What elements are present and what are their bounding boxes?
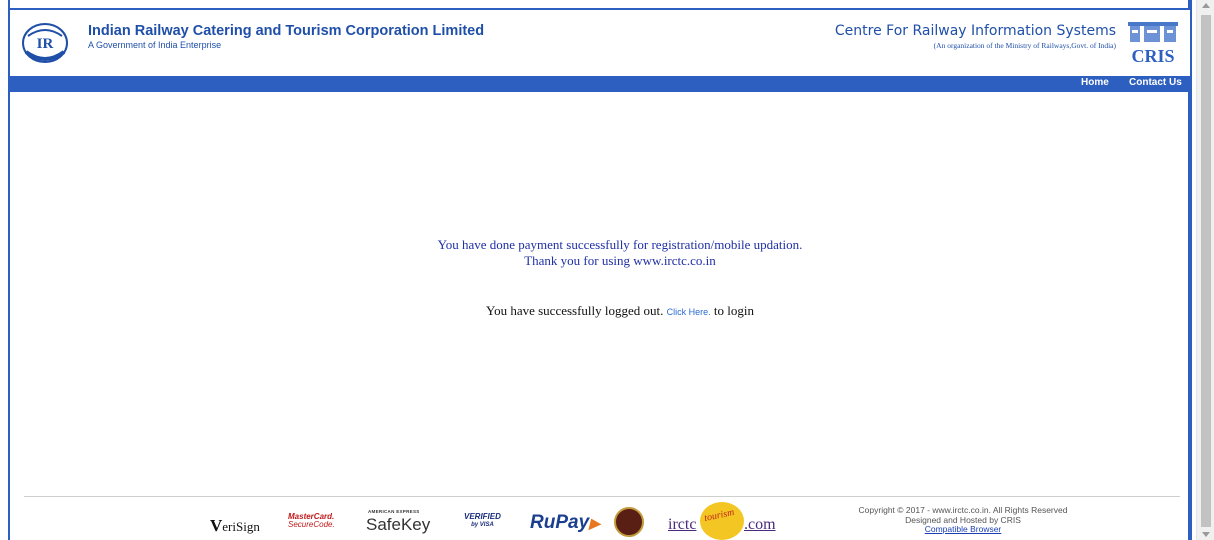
page: IR Indian Railway Catering and Tourism C…: [0, 0, 1214, 540]
rupay-text: RuPay: [530, 512, 590, 533]
rupay-badge: RuPay▶: [530, 512, 600, 534]
copyright-block: Copyright © 2017 - www.irctc.co.in. All …: [838, 505, 1088, 535]
cris-title: Centre For Railway Information Systems: [834, 23, 1116, 39]
org-title: Indian Railway Catering and Tourism Corp…: [88, 23, 485, 39]
verified-line1: VERIFIED: [464, 512, 501, 521]
irctc-tourism-link-suffix[interactable]: .com: [744, 516, 776, 534]
cris-logo-icon[interactable]: CRIS: [1124, 20, 1182, 66]
click-here-login-link[interactable]: Click Here.: [667, 307, 711, 317]
scroll-down-arrow-icon[interactable]: [1202, 532, 1210, 537]
verified-by-visa-badge: VERIFIED by VISA: [464, 513, 501, 529]
mastercard-line2: SecureCode.: [288, 520, 335, 529]
thank-you-message: Thank you for using www.irctc.co.in: [524, 253, 716, 268]
org-subtitle: A Government of India Enterprise: [88, 40, 222, 50]
cris-subtitle: (An organization of the Ministry of Rail…: [933, 41, 1116, 50]
rupay-arrow-icon: ▶: [589, 515, 600, 531]
logout-message: You have successfully logged out. Click …: [0, 303, 1214, 319]
irctc-logo-text: IR: [37, 36, 54, 52]
org-title-block: Indian Railway Catering and Tourism Corp…: [88, 23, 484, 50]
safekey-badge: SafeKey: [366, 515, 431, 534]
emblem-seal-icon: [614, 507, 644, 537]
amex-label: AMERICAN EXPRESS: [368, 509, 420, 514]
vertical-scrollbar[interactable]: [1196, 0, 1214, 540]
scroll-up-arrow-icon[interactable]: [1202, 3, 1210, 8]
scroll-thumb[interactable]: [1201, 15, 1211, 527]
mastercard-securecode-badge: MasterCard. SecureCode.: [288, 513, 335, 529]
logout-prefix: You have successfully logged out.: [485, 303, 664, 318]
verified-line2: by VISA: [471, 522, 494, 528]
header: IR Indian Railway Catering and Tourism C…: [10, 8, 1190, 76]
footer-divider: [24, 496, 1180, 497]
nav-home-link[interactable]: Home: [1081, 77, 1109, 88]
logout-suffix: to login: [713, 303, 755, 318]
verisign-text: eriSign: [222, 519, 260, 534]
payment-badges: VeriSign MasterCard. SecureCode. AMERICA…: [200, 502, 790, 540]
payment-success-message: You have done payment successfully for r…: [437, 237, 803, 252]
irctc-logo-icon[interactable]: IR: [20, 22, 70, 64]
cris-title-block: Centre For Railway Information Systems (…: [835, 23, 1116, 50]
verisign-v: V: [210, 516, 223, 535]
cris-logo-text: CRIS: [1131, 46, 1174, 66]
nav-bar: Home Contact Us: [10, 76, 1190, 92]
compatible-browser-link[interactable]: Compatible Browser: [925, 524, 1002, 534]
verisign-badge: VeriSign: [210, 516, 260, 536]
irctc-tourism-link-prefix[interactable]: irctc: [668, 516, 696, 534]
nav-contact-link[interactable]: Contact Us: [1129, 77, 1182, 88]
